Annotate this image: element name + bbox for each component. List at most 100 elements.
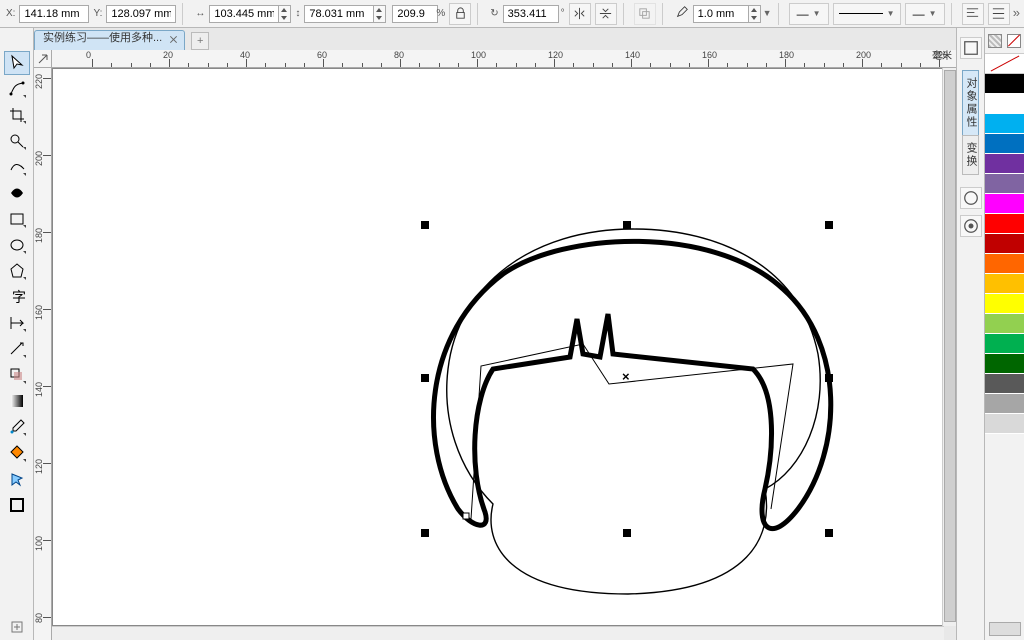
outline-tool[interactable] [4,493,30,517]
mirror-v-button[interactable] [595,3,617,25]
document-tab[interactable]: 实例练习——使用多种... [34,30,185,50]
drop-shadow-tool[interactable] [4,363,30,387]
text-tool[interactable]: 字 [4,285,30,309]
ruler-origin[interactable] [34,50,52,68]
outline-spinner[interactable] [749,5,761,23]
color-swatch[interactable] [985,154,1024,174]
document-tab-bar: 实例练习——使用多种... + [34,28,209,50]
no-fill-swatch[interactable] [1007,34,1021,48]
width-field[interactable] [209,5,279,23]
rotation-group: ↻ ° [490,5,564,23]
y-label: Y: [93,9,102,19]
ruler-horizontal[interactable]: 毫米 020406080100120140160180200220 [52,50,956,68]
smart-fill-tool[interactable] [4,467,30,491]
interactive-fill-tool[interactable] [4,441,30,465]
outline-width-field[interactable] [693,5,749,23]
order-button[interactable] [634,3,656,25]
chevron-down-icon[interactable]: ▼ [763,9,772,18]
height-icon: ↕ [295,9,300,19]
y-field[interactable] [106,5,176,23]
color-swatch[interactable] [985,174,1024,194]
height-field[interactable] [304,5,374,23]
tab-label: 实例练习——使用多种... [43,32,162,44]
deg-label: ° [561,9,565,19]
quick-customize-button[interactable] [4,615,30,639]
separator [662,3,663,25]
color-swatch[interactable] [985,114,1024,134]
docker-bar: 对象属性 变换 [956,28,984,640]
connector-tool[interactable] [4,337,30,361]
freehand-tool[interactable] [4,155,30,179]
wrap-text-button[interactable] [962,3,984,25]
line-style-dropdown[interactable]: ▼ [833,3,901,25]
palette-menu-button[interactable] [988,34,1002,48]
transparency-tool[interactable] [4,389,30,413]
scroll-thumb-v[interactable] [944,70,956,622]
rotation-field[interactable] [503,5,559,23]
docker-object-properties[interactable]: 对象属性 [962,70,979,136]
height-group: ↕ [295,5,386,23]
canvas[interactable]: × [52,68,944,626]
docker-button-1[interactable] [960,37,982,59]
pos-y-group: Y: [93,5,176,23]
artistic-media-tool[interactable] [4,181,30,205]
color-swatch[interactable] [985,334,1024,354]
color-swatch[interactable] [985,374,1024,394]
swatch-column [985,74,1024,434]
outline-width-group: ▼ [675,5,772,23]
width-spinner[interactable] [279,5,291,23]
color-swatch[interactable] [985,74,1024,94]
color-swatch[interactable] [985,234,1024,254]
new-tab-button[interactable]: + [191,32,209,50]
polygon-tool[interactable] [4,259,30,283]
eyedropper-tool[interactable] [4,415,30,439]
crop-tool[interactable] [4,103,30,127]
shape-tool[interactable] [4,77,30,101]
color-swatch[interactable] [985,134,1024,154]
svg-text:字: 字 [12,290,26,306]
line-start-dropdown[interactable]: —▼ [789,3,829,25]
scrollbar-vertical[interactable] [942,68,956,626]
scale-x-field[interactable] [392,5,438,23]
color-swatch[interactable] [985,414,1024,434]
docker-button-3[interactable] [960,215,982,237]
palette-header [985,28,1024,54]
x-field[interactable] [19,5,89,23]
line-end-dropdown[interactable]: —▼ [905,3,945,25]
rectangle-tool[interactable] [4,207,30,231]
lock-ratio-button[interactable] [449,3,471,25]
toolbox: 字 [0,28,34,640]
ruler-origin-icon [38,54,48,64]
color-swatch[interactable] [985,394,1024,414]
ruler-vertical[interactable]: 22020018016014012010080 [34,68,52,640]
scrollbar-horizontal[interactable] [52,626,944,640]
color-swatch[interactable] [985,194,1024,214]
height-spinner[interactable] [374,5,386,23]
palette-scroll[interactable] [989,622,1021,636]
color-swatch[interactable] [985,254,1024,274]
separator [182,3,183,25]
color-swatch[interactable] [985,294,1024,314]
ellipse-tool[interactable] [4,233,30,257]
pick-tool[interactable] [4,51,30,75]
color-swatch[interactable] [985,354,1024,374]
color-swatch[interactable] [985,94,1024,114]
docker-transform[interactable]: 变换 [962,135,979,175]
x-label: X: [6,9,15,19]
color-swatch[interactable] [985,314,1024,334]
dimension-tool[interactable] [4,311,30,335]
color-swatch[interactable] [985,214,1024,234]
scale-y-group: % [434,9,445,19]
property-bar: X: Y: ↔ ↕ % ↻ ° [0,0,1024,28]
separator [477,3,478,25]
color-swatch[interactable] [985,274,1024,294]
mirror-h-button[interactable] [569,3,591,25]
docker-button-2[interactable] [960,187,982,209]
close-tab-icon[interactable] [168,34,180,46]
align-button[interactable] [988,3,1010,25]
pen-icon [675,5,689,22]
workspace: 毫米 020406080100120140160180200220 220200… [34,50,956,640]
no-color-swatch[interactable] [985,54,1024,74]
zoom-tool[interactable] [4,129,30,153]
expand-toolbar-button[interactable]: » [1013,6,1020,19]
